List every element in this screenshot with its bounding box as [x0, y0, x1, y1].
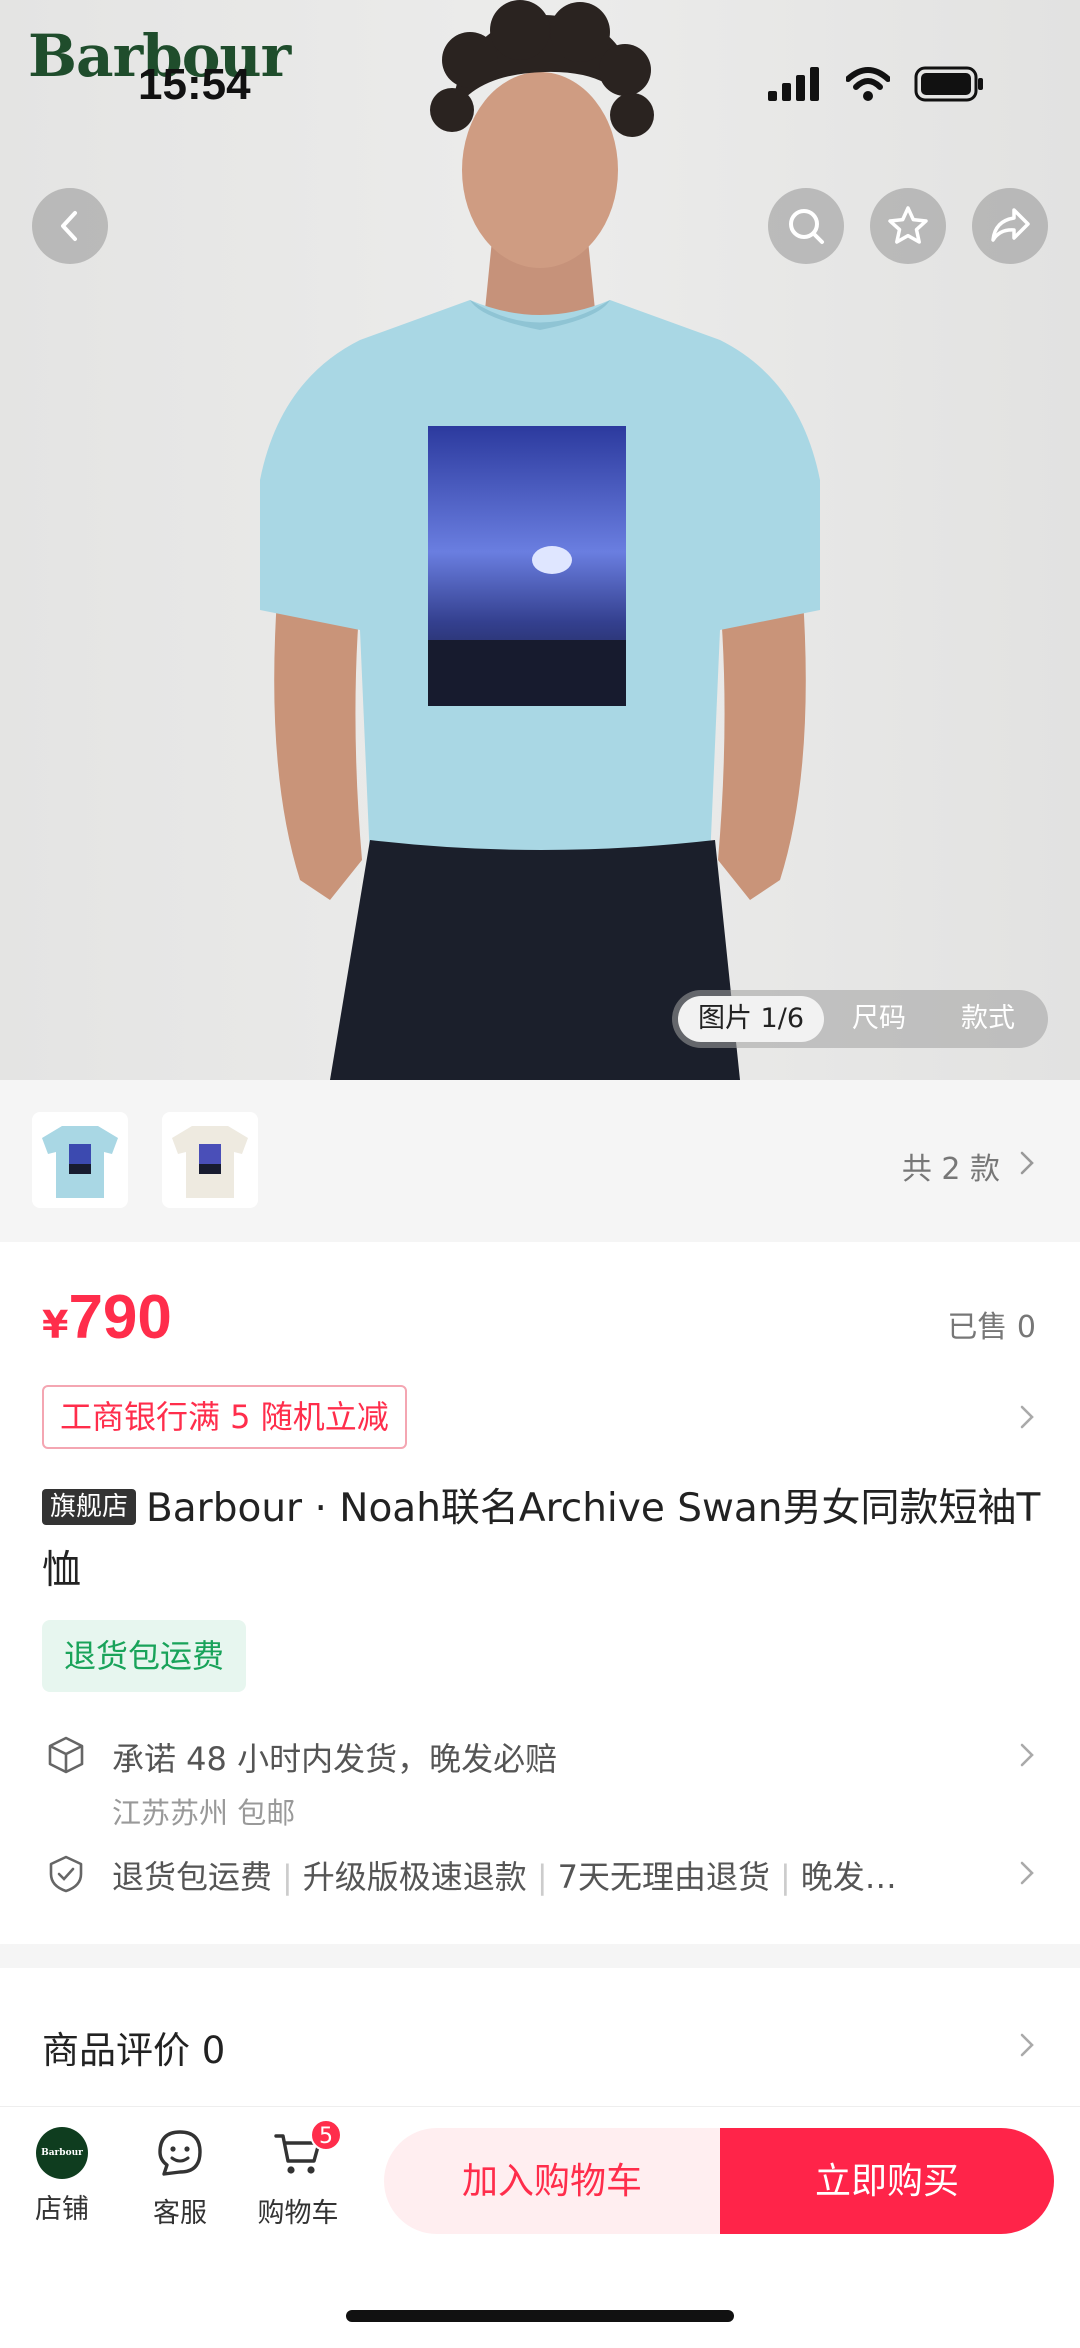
share-button[interactable] — [972, 188, 1048, 264]
guarantee-item: 晚发… — [800, 1858, 897, 1896]
shield-check-icon — [49, 1855, 83, 1893]
back-button[interactable] — [32, 188, 108, 264]
product-image-gallery[interactable]: Barbour 15:54 图片 1/6 尺码 款式 — [0, 0, 1080, 1080]
promo-badge[interactable]: 工商银行满 5 随机立减 — [42, 1385, 407, 1449]
product-photo — [0, 0, 1080, 1080]
status-time: 15:54 — [138, 60, 251, 109]
price-value: 790 — [68, 1283, 172, 1352]
shipping-origin: 江苏苏州 包邮 — [112, 1796, 296, 1830]
tab-style[interactable]: 款式 — [934, 996, 1042, 1042]
chevron-right-icon — [1020, 1151, 1034, 1175]
variant-strip: 共 2 款 — [0, 1080, 1080, 1242]
search-icon — [789, 209, 824, 244]
media-tabs: 图片 1/6 尺码 款式 — [672, 990, 1048, 1048]
price: ¥790 — [42, 1282, 172, 1353]
add-to-cart-button[interactable]: 加入购物车 — [384, 2128, 720, 2234]
customer-service-nav[interactable]: 客服 — [130, 2127, 230, 2230]
reviews-header[interactable]: 商品评价 0 — [42, 2020, 225, 2074]
store-avatar: Barbour — [36, 2127, 88, 2179]
product-title: 旗舰店 Barbour · Noah联名Archive Swan男女同款短袖T恤 — [42, 1478, 1042, 1602]
signal-icon — [768, 67, 819, 101]
store-nav[interactable]: Barbour 店铺 — [12, 2127, 112, 2226]
buy-now-button[interactable]: 立即购买 — [720, 2128, 1054, 2234]
tab-images[interactable]: 图片 1/6 — [678, 996, 824, 1042]
shipping-promise[interactable]: 承诺 48 小时内发货，晚发必赔 — [112, 1734, 557, 1780]
chevron-right-icon[interactable] — [1014, 1404, 1040, 1430]
guarantee-item: 退货包运费 — [112, 1858, 273, 1896]
customer-service-label: 客服 — [153, 2198, 207, 2229]
cart-badge: 5 — [310, 2119, 342, 2151]
section-divider — [0, 1944, 1080, 1968]
battery-icon — [914, 66, 983, 102]
variant-thumb-cream[interactable] — [162, 1112, 258, 1208]
box-icon — [48, 1736, 84, 1774]
price-currency: ¥ — [42, 1303, 69, 1347]
variant-image — [172, 1126, 248, 1198]
wifi-icon — [846, 67, 890, 101]
share-icon — [991, 208, 1030, 242]
return-shipping-tag: 退货包运费 — [42, 1620, 247, 1692]
chevron-right-icon[interactable] — [1014, 2032, 1040, 2058]
service-guarantees[interactable]: 退货包运费 | 升级版极速退款 | 7天无理由退货 | 晚发… — [112, 1852, 897, 1898]
cart-nav[interactable]: 5 购物车 — [248, 2119, 348, 2230]
search-button[interactable] — [768, 188, 844, 264]
guarantee-item: 7天无理由退货 — [557, 1858, 770, 1896]
star-icon — [888, 206, 928, 244]
store-label: 店铺 — [35, 2194, 89, 2225]
variant-count: 共 2 款 — [901, 1152, 1000, 1187]
favorite-button[interactable] — [870, 188, 946, 264]
flagship-badge: 旗舰店 — [42, 1489, 137, 1525]
variant-image — [42, 1126, 118, 1198]
status-icons — [768, 64, 984, 104]
sold-count: 已售 0 — [947, 1310, 1036, 1345]
chat-icon — [158, 2130, 202, 2176]
chevron-right-icon[interactable] — [1014, 1860, 1040, 1886]
guarantee-item: 升级版极速退款 — [302, 1858, 527, 1896]
home-indicator — [346, 2310, 734, 2322]
cart-label: 购物车 — [257, 2198, 339, 2229]
variant-thumb-blue[interactable] — [32, 1112, 128, 1208]
product-title-text: Barbour · Noah联名Archive Swan男女同款短袖T恤 — [42, 1486, 1041, 1593]
chevron-left-icon — [61, 211, 77, 241]
tab-size[interactable]: 尺码 — [824, 996, 934, 1042]
chevron-right-icon[interactable] — [1014, 1742, 1040, 1768]
